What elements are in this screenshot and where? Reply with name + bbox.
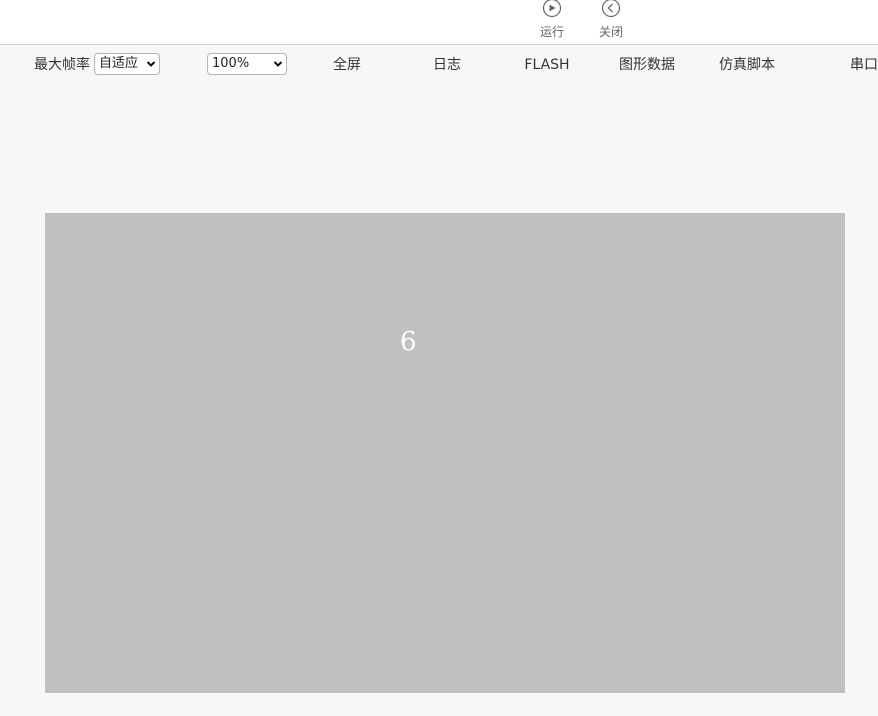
fps-select-value: 自适应 — [99, 56, 139, 71]
top-bar: 运行 关闭 — [0, 0, 878, 45]
chevron-down-icon — [273, 61, 283, 67]
flash-button[interactable]: FLASH — [507, 57, 587, 73]
zoom-select[interactable]: 100% — [207, 53, 287, 75]
fps-label: 最大帧率 — [34, 57, 90, 73]
serial-button[interactable]: 串口 — [807, 57, 878, 73]
zoom-select-value: 100% — [212, 56, 250, 71]
fps-select[interactable]: 自适应 — [94, 53, 160, 75]
close-label: 关闭 — [598, 25, 623, 39]
toolbar: 最大帧率 自适应 100% 全屏 日志 FLASH 图形数据 仿真脚本 串口 — [0, 45, 878, 85]
run-button[interactable]: 运行 — [532, 0, 572, 44]
sim-script-button[interactable]: 仿真脚本 — [707, 57, 787, 73]
simulation-canvas[interactable]: 6 — [45, 213, 845, 693]
play-circle-icon — [542, 0, 562, 18]
graph-data-button[interactable]: 图形数据 — [607, 57, 687, 73]
fullscreen-button[interactable]: 全屏 — [307, 57, 387, 73]
chevron-left-circle-icon — [601, 0, 621, 18]
run-label: 运行 — [539, 25, 564, 39]
chevron-down-icon — [146, 61, 156, 67]
canvas-digit: 6 — [400, 327, 417, 357]
log-button[interactable]: 日志 — [407, 57, 487, 73]
close-button[interactable]: 关闭 — [591, 0, 631, 44]
